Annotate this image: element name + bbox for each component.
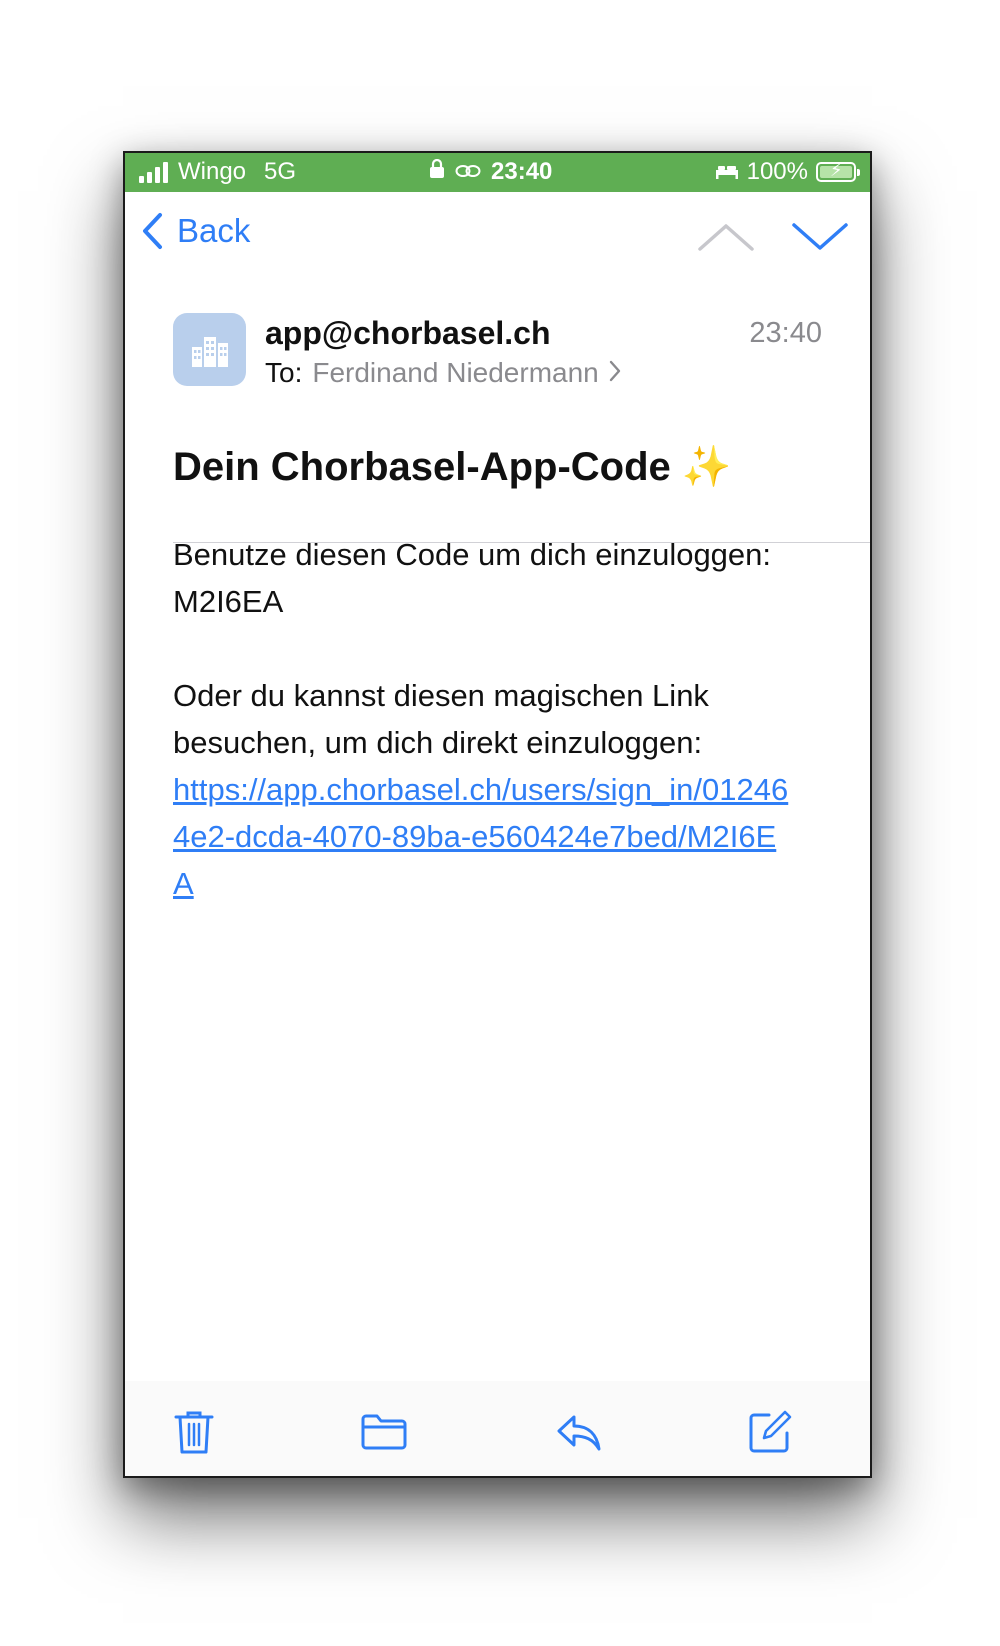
- chevron-left-icon: [143, 213, 162, 249]
- signal-icon: [139, 161, 168, 183]
- lock-icon: [429, 158, 445, 186]
- navigation-bar: Back: [125, 192, 870, 279]
- message-time: 23:40: [749, 317, 822, 349]
- back-label: Back: [177, 212, 251, 249]
- delete-button[interactable]: [173, 1409, 215, 1460]
- sparkles-icon: ✨: [681, 445, 732, 489]
- compose-icon: [749, 1410, 792, 1453]
- folder-icon: [361, 1414, 407, 1450]
- recipient-name[interactable]: Ferdinand Niedermann: [312, 357, 598, 389]
- body-paragraph-code: Benutze diesen Code um dich einzuloggen:…: [173, 537, 772, 619]
- status-time: 23:40: [491, 158, 553, 185]
- chevron-down-icon: [792, 223, 848, 250]
- chevron-up-icon: [698, 224, 754, 251]
- message-subject: Dein Chorbasel-App-Code ✨: [173, 443, 732, 490]
- sender-address[interactable]: app@chorbasel.ch: [265, 315, 551, 352]
- phone-screen: Wingo 5G 23:40 100% ⚡ Back app@chorbasel…: [123, 151, 872, 1478]
- previous-message-button[interactable]: [697, 222, 755, 257]
- compose-button[interactable]: [747, 1409, 793, 1460]
- reply-button[interactable]: [555, 1413, 603, 1458]
- network-type: 5G: [264, 158, 297, 185]
- battery-percent: 100%: [746, 158, 808, 185]
- bed-icon: [715, 158, 739, 186]
- status-bar: Wingo 5G 23:40 100% ⚡: [125, 153, 870, 192]
- chevron-right-icon[interactable]: [609, 357, 621, 389]
- sender-avatar: [173, 313, 246, 386]
- reply-icon: [557, 1415, 601, 1451]
- body-paragraph-link-intro: Oder du kannst diesen magischen Link bes…: [173, 678, 709, 760]
- move-to-folder-button[interactable]: [360, 1413, 408, 1456]
- next-message-button[interactable]: [791, 222, 849, 257]
- battery-charging-icon: ⚡: [816, 160, 860, 182]
- recipient-line: To: Ferdinand Niedermann: [265, 357, 621, 389]
- to-label: To:: [265, 357, 303, 388]
- message-body: Benutze diesen Code um dich einzuloggen:…: [173, 531, 793, 907]
- magic-link[interactable]: https://app.chorbasel.ch/users/sign_in/0…: [173, 772, 788, 901]
- carrier-name: Wingo: [178, 158, 247, 185]
- subject-text: Dein Chorbasel-App-Code: [173, 445, 671, 489]
- bottom-toolbar: [125, 1381, 870, 1476]
- back-button[interactable]: Back: [141, 212, 250, 250]
- buildings-icon: [191, 336, 228, 367]
- trash-icon: [174, 1411, 214, 1454]
- link-icon: [455, 158, 481, 186]
